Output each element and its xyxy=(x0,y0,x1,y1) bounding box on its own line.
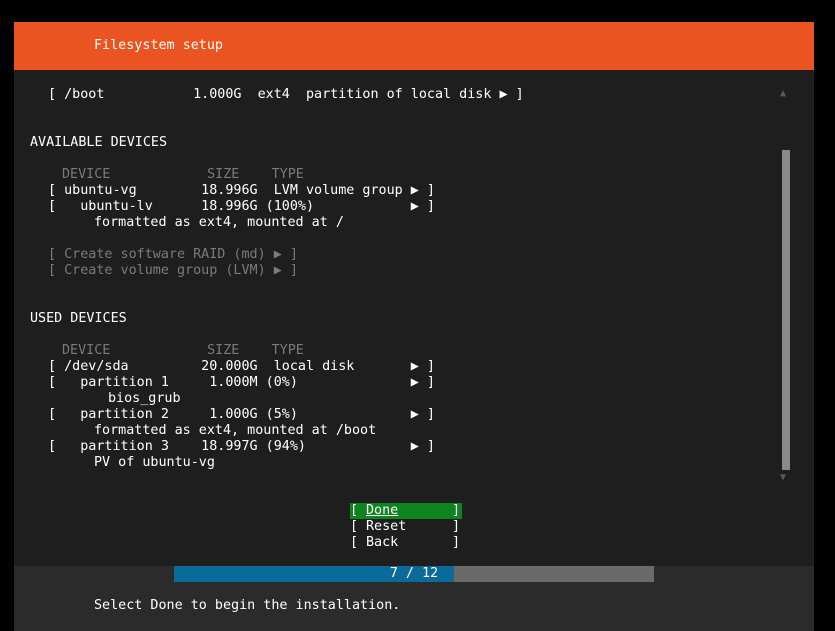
scrollbar[interactable] xyxy=(782,150,790,470)
available-column-header: DEVICE SIZE TYPE xyxy=(62,167,304,182)
scroll-up-icon[interactable]: ▲ xyxy=(780,88,786,99)
device-detail-partition-3: PV of ubuntu-vg xyxy=(94,455,215,470)
status-hint: Select Done to begin the installation. xyxy=(94,598,401,613)
device-row-dev-sda[interactable]: [ /dev/sda 20.000G local disk ▶ ] xyxy=(48,359,435,375)
page-title: Filesystem setup xyxy=(94,38,223,53)
boot-partition-row[interactable]: [ /boot 1.000G ext4 partition of local d… xyxy=(48,87,524,103)
device-detail-partition-1: bios_grub xyxy=(108,391,181,406)
progress-text: 7 / 12 xyxy=(389,566,439,581)
create-raid-button: [ Create software RAID (md) ▶ ] xyxy=(48,247,298,262)
done-button[interactable]: [Done] xyxy=(350,503,462,519)
device-row-partition-2[interactable]: [ partition 2 1.000G (5%) ▶ ] xyxy=(48,407,435,423)
device-detail-ubuntu-lv: formatted as ext4, mounted at / xyxy=(94,215,344,230)
device-row-ubuntu-vg[interactable]: [ ubuntu-vg 18.996G LVM volume group ▶ ] xyxy=(48,183,435,199)
create-volume-group-button: [ Create volume group (LVM) ▶ ] xyxy=(48,263,298,278)
device-detail-partition-2: formatted as ext4, mounted at /boot xyxy=(94,423,377,438)
header-bar: Filesystem setup xyxy=(14,22,814,70)
back-button[interactable]: [Back] xyxy=(350,535,462,551)
used-devices-heading: USED DEVICES xyxy=(30,311,127,326)
scroll-down-icon[interactable]: ▼ xyxy=(780,472,786,483)
used-column-header: DEVICE SIZE TYPE xyxy=(62,343,304,358)
available-devices-heading: AVAILABLE DEVICES xyxy=(30,135,168,150)
device-row-partition-3[interactable]: [ partition 3 18.997G (94%) ▶ ] xyxy=(48,439,435,455)
device-row-ubuntu-lv[interactable]: [ ubuntu-lv 18.996G (100%) ▶ ] xyxy=(48,199,435,215)
reset-button[interactable]: [Reset] xyxy=(350,519,462,535)
device-row-partition-1[interactable]: [ partition 1 1.000M (0%) ▶ ] xyxy=(48,375,435,391)
